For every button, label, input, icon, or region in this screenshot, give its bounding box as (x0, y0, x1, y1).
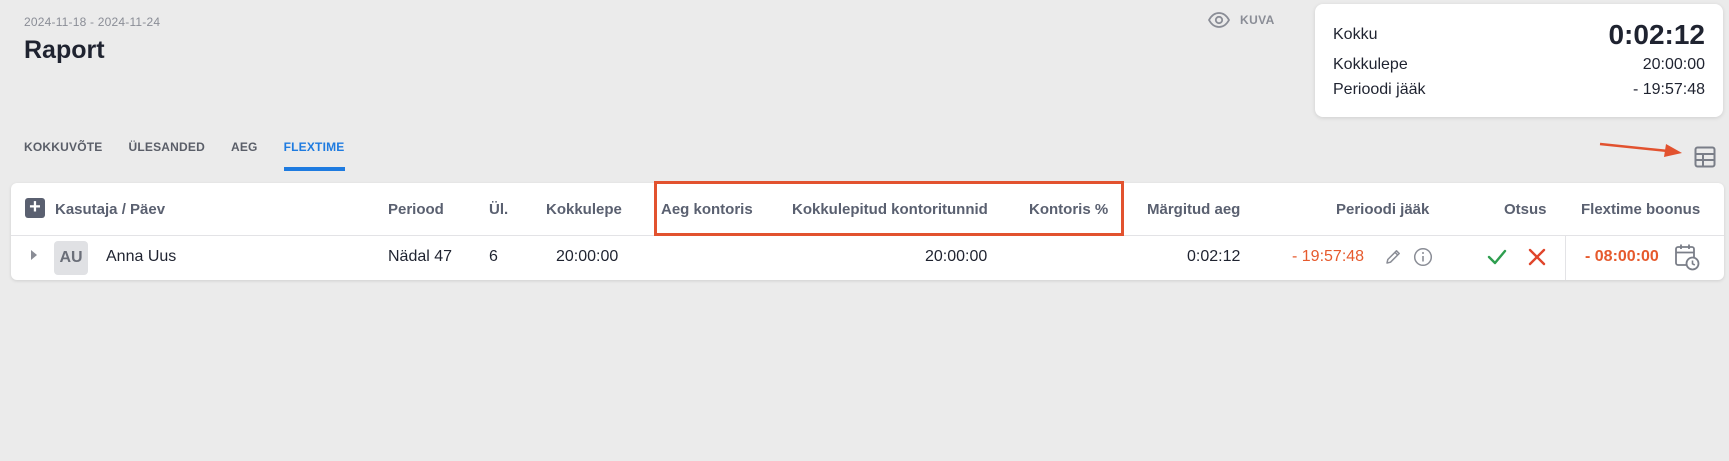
table-grid-icon[interactable] (1694, 146, 1716, 173)
check-icon[interactable] (1487, 248, 1507, 271)
tab-time[interactable]: AEG (231, 140, 258, 171)
cell-marked-time: 0:02:12 (1187, 248, 1241, 265)
cell-user-name: Anna Uus (106, 248, 177, 265)
cell-period: Nädal 47 (388, 248, 453, 265)
avatar: AU (54, 241, 88, 275)
column-user-day[interactable]: Kasutaja / Päev (55, 201, 165, 218)
highlight-box (654, 181, 1124, 236)
summary-remaining-label: Perioodi jääk (1333, 80, 1426, 98)
summary-remaining-row: Perioodi jääk - 19:57:48 (1333, 77, 1705, 102)
column-decision[interactable]: Otsus (1504, 201, 1547, 218)
page-title: Raport (24, 36, 105, 64)
eye-icon (1208, 12, 1230, 28)
tab-flextime[interactable]: FLEXTIME (283, 140, 345, 171)
cell-agreed-office-hours: 20:00:00 (925, 248, 988, 265)
column-period-remaining[interactable]: Perioodi jääk (1336, 201, 1429, 218)
cell-tasks: 6 (489, 248, 498, 265)
tab-summary[interactable]: KOKKUVÕTE (24, 140, 102, 171)
summary-agreed-row: Kokkulepe 20:00:00 (1333, 52, 1705, 77)
date-range: 2024-11-18 - 2024-11-24 (24, 15, 161, 29)
view-label: KUVA (1240, 13, 1275, 27)
summary-agreed-label: Kokkulepe (1333, 55, 1408, 73)
column-tasks[interactable]: Ül. (489, 201, 508, 218)
plus-icon[interactable]: + (25, 197, 45, 218)
column-marked-time[interactable]: Märgitud aeg (1147, 201, 1240, 218)
tab-tasks[interactable]: ÜLESANDED (128, 140, 204, 171)
summary-total-row: Kokku 0:02:12 (1333, 18, 1705, 52)
table-row[interactable]: AU Anna Uus Nädal 47 6 20:00:00 20:00:00… (11, 236, 1724, 280)
summary-total-value: 0:02:12 (1608, 19, 1705, 50)
summary-total-label: Kokku (1333, 26, 1378, 43)
expand-row-icon[interactable] (31, 250, 37, 260)
cell-agreed: 20:00:00 (556, 248, 619, 265)
view-button[interactable]: KUVA (1208, 12, 1275, 28)
column-divider (1565, 236, 1566, 280)
info-icon[interactable] (1413, 247, 1433, 272)
arrow-icon (1599, 142, 1682, 157)
summary-remaining-value: - 19:57:48 (1632, 80, 1705, 98)
tab-bar: KOKKUVÕTE ÜLESANDED AEG FLEXTIME (24, 140, 371, 171)
calendar-clock-icon[interactable] (1674, 243, 1700, 276)
column-agreed[interactable]: Kokkulepe (546, 201, 622, 218)
cell-flextime-bonus: - 08:00:00 (1585, 248, 1659, 265)
pencil-icon[interactable] (1384, 248, 1402, 271)
summary-card: Kokku 0:02:12 Kokkulepe 20:00:00 Periood… (1315, 4, 1723, 117)
close-icon[interactable] (1528, 248, 1546, 271)
column-flextime-bonus[interactable]: Flextime boonus (1581, 201, 1700, 218)
column-period[interactable]: Periood (388, 201, 444, 218)
summary-agreed-value: 20:00:00 (1642, 55, 1705, 73)
cell-period-remaining: - 19:57:48 (1292, 248, 1365, 265)
